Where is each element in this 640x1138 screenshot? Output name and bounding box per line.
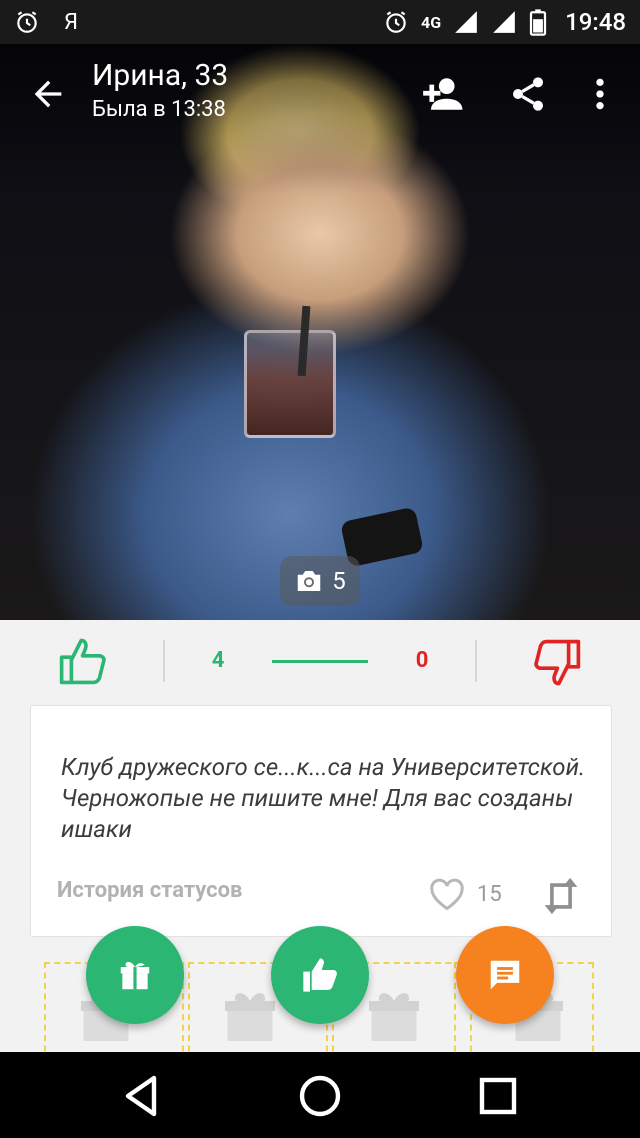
- photo-glass-shape: [244, 330, 336, 438]
- status-bar: Я 4G 19:48: [0, 0, 640, 44]
- repost-icon[interactable]: [539, 876, 583, 916]
- network-type: 4G: [421, 12, 442, 32]
- message-button[interactable]: [456, 926, 554, 1024]
- battery-icon: [529, 9, 547, 36]
- back-arrow-icon[interactable]: [28, 74, 68, 114]
- send-gift-button[interactable]: [86, 926, 184, 1024]
- back-triangle-icon[interactable]: [118, 1072, 166, 1120]
- heart-icon[interactable]: [429, 878, 465, 912]
- home-circle-icon[interactable]: [296, 1072, 344, 1120]
- dislike-outline-icon[interactable]: [528, 634, 584, 694]
- signal-icon: [455, 11, 477, 33]
- gift-icon: [120, 961, 150, 990]
- profile-name: Ирина, 33: [92, 58, 229, 93]
- camera-icon: [298, 571, 321, 591]
- recents-square-icon[interactable]: [474, 1072, 522, 1120]
- gift-placeholder-icon: [369, 993, 419, 1041]
- gift-placeholder-icon: [225, 993, 275, 1041]
- thumbs-up-icon: [303, 958, 337, 992]
- yandex-icon: Я: [64, 9, 79, 35]
- profile-title: Ирина, 33 Была в 13:38: [92, 58, 228, 122]
- status-card: Клуб дружеского се...к...са на Университ…: [30, 705, 612, 937]
- dislike-count: 0: [415, 648, 429, 673]
- signal-icon: [493, 11, 515, 33]
- status-history-link[interactable]: История статусов: [57, 878, 242, 903]
- rating-divider: [163, 640, 165, 682]
- chat-icon: [490, 960, 520, 990]
- like-outline-icon[interactable]: [56, 630, 112, 690]
- navigation-bar: [0, 1052, 640, 1138]
- last-seen: Была в 13:38: [92, 97, 226, 122]
- more-vert-icon[interactable]: [580, 74, 620, 114]
- rating-row: 4 0: [0, 620, 640, 704]
- profile-screen: Я 4G 19:48 5 Ирина, 33 Была в 13:38 4 0 …: [0, 0, 640, 1138]
- status-likes-count: 15: [477, 882, 502, 907]
- rating-bar: [272, 660, 368, 663]
- add-friend-icon[interactable]: [420, 74, 464, 114]
- rating-divider: [475, 640, 477, 682]
- photo-count: 5: [332, 567, 346, 595]
- toolbar: Ирина, 33 Была в 13:38: [0, 44, 640, 144]
- like-count: 4: [211, 648, 225, 673]
- status-text: Клуб дружеского се...к...са на Университ…: [61, 753, 586, 843]
- like-button[interactable]: [271, 926, 369, 1024]
- alarm-icon: [17, 11, 37, 33]
- share-icon[interactable]: [506, 74, 550, 114]
- photo-count-badge[interactable]: 5: [280, 556, 360, 606]
- clock: 19:48: [565, 8, 626, 36]
- alarm-icon: [386, 11, 406, 33]
